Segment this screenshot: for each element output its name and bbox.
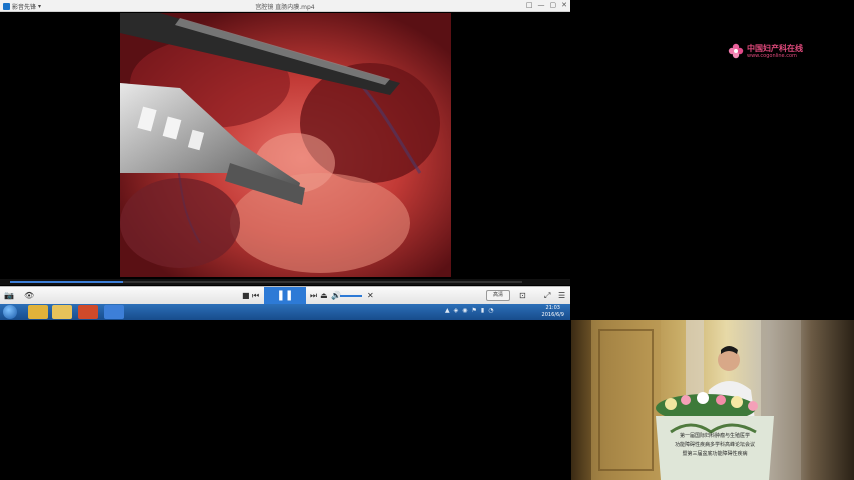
taskbar-app-player[interactable] (104, 305, 124, 319)
pause-button[interactable]: ❚❚ (264, 287, 306, 305)
flower-logo-icon (728, 43, 744, 59)
3d-icon[interactable]: ⊡ (519, 291, 526, 301)
taskbar-app-chrome[interactable] (28, 305, 48, 319)
quality-button[interactable]: 高清 (486, 290, 510, 301)
control-bar: 📷 👁 ■ ⏮ ❚❚ ⏭ ⏏ 🔊 ✕ 高清 ⊡ ⤢ ☰ (0, 286, 570, 305)
window-controls: □ — ▢ ✕ (526, 1, 567, 9)
start-button[interactable] (3, 305, 17, 319)
banner-line: 第一届国际妇科肿瘤与生殖医学 (679, 433, 750, 439)
system-tray: ▲ ◈ ◉ ⚑ ▮ ◔ (445, 307, 493, 314)
volume-slider[interactable] (340, 295, 362, 297)
player-screen: 影音先锋 ▾ 宫腔镜 直肠内膜.mp4 □ — ▢ ✕ 📷 👁 ■ ⏮ ❚❚ ⏭… (0, 0, 570, 320)
close-button[interactable]: ✕ (561, 1, 567, 9)
clock-time: 21:03 (545, 305, 560, 311)
player-title-bar: 影音先锋 ▾ 宫腔镜 直肠内膜.mp4 □ — ▢ ✕ (0, 0, 570, 12)
taskbar-app-explorer[interactable] (52, 305, 72, 319)
fullscreen-icon[interactable]: ⤢ (544, 291, 550, 301)
tray-wifi-icon[interactable]: ◔ (488, 307, 493, 314)
file-name: 宫腔镜 直肠内膜.mp4 (255, 4, 315, 11)
maximize-button[interactable]: ▢ (550, 1, 557, 9)
next-icon[interactable]: ⏭ (310, 291, 317, 301)
mute-icon[interactable]: ✕ (367, 291, 374, 301)
minimize-button[interactable]: — (538, 1, 545, 9)
banner-line: 功能障碍性疾病多学科高峰论坛会议 (674, 442, 755, 448)
seek-track[interactable] (10, 281, 522, 283)
tray-volume-icon[interactable]: ◉ (462, 307, 467, 314)
logo-url: www.cogonline.com (747, 52, 797, 59)
lectern-banner: 第一届国际妇科肿瘤与生殖医学 功能障碍性疾病多学科高峰论坛会议 暨第三届盆底功能… (656, 410, 774, 480)
banner-line: 暨第三届盆底功能障碍性疾病 (682, 451, 748, 457)
logo-name: 中国妇产科在线 (747, 43, 803, 53)
tray-power-icon[interactable]: ▮ (481, 307, 484, 314)
eye-icon[interactable]: 👁 (24, 291, 34, 301)
tray-network-icon[interactable]: ▲ (445, 307, 450, 314)
tray-flag-icon[interactable]: ⚑ (472, 307, 477, 314)
previous-icon[interactable]: ⏮ (252, 291, 259, 301)
site-logo: 中国妇产科在线 www.cogonline.com (728, 43, 803, 59)
speaker-camera-inset: 第一届国际妇科肿瘤与生殖医学 功能障碍性疾病多学科高峰论坛会议 暨第三届盆底功能… (571, 320, 854, 480)
seek-bar[interactable] (0, 279, 570, 285)
mini-mode-button[interactable]: □ (526, 1, 533, 9)
windows-taskbar: ▲ ◈ ◉ ⚑ ▮ ◔ 21:03 2016/6/9 (0, 304, 570, 320)
open-file-icon[interactable]: ⏏ (320, 291, 328, 301)
playlist-icon[interactable]: ☰ (558, 291, 565, 301)
seek-progress (10, 281, 123, 283)
surgical-video-image (120, 13, 451, 277)
video-frame[interactable] (120, 13, 451, 277)
taskbar-clock[interactable]: 21:03 2016/6/9 (542, 305, 564, 319)
screenshot-icon[interactable]: 📷 (4, 291, 14, 301)
stop-icon[interactable]: ■ (242, 291, 250, 301)
tray-security-icon[interactable]: ◈ (454, 307, 459, 314)
clock-date: 2016/6/9 (541, 312, 564, 318)
taskbar-app-powerpoint[interactable] (78, 305, 98, 319)
